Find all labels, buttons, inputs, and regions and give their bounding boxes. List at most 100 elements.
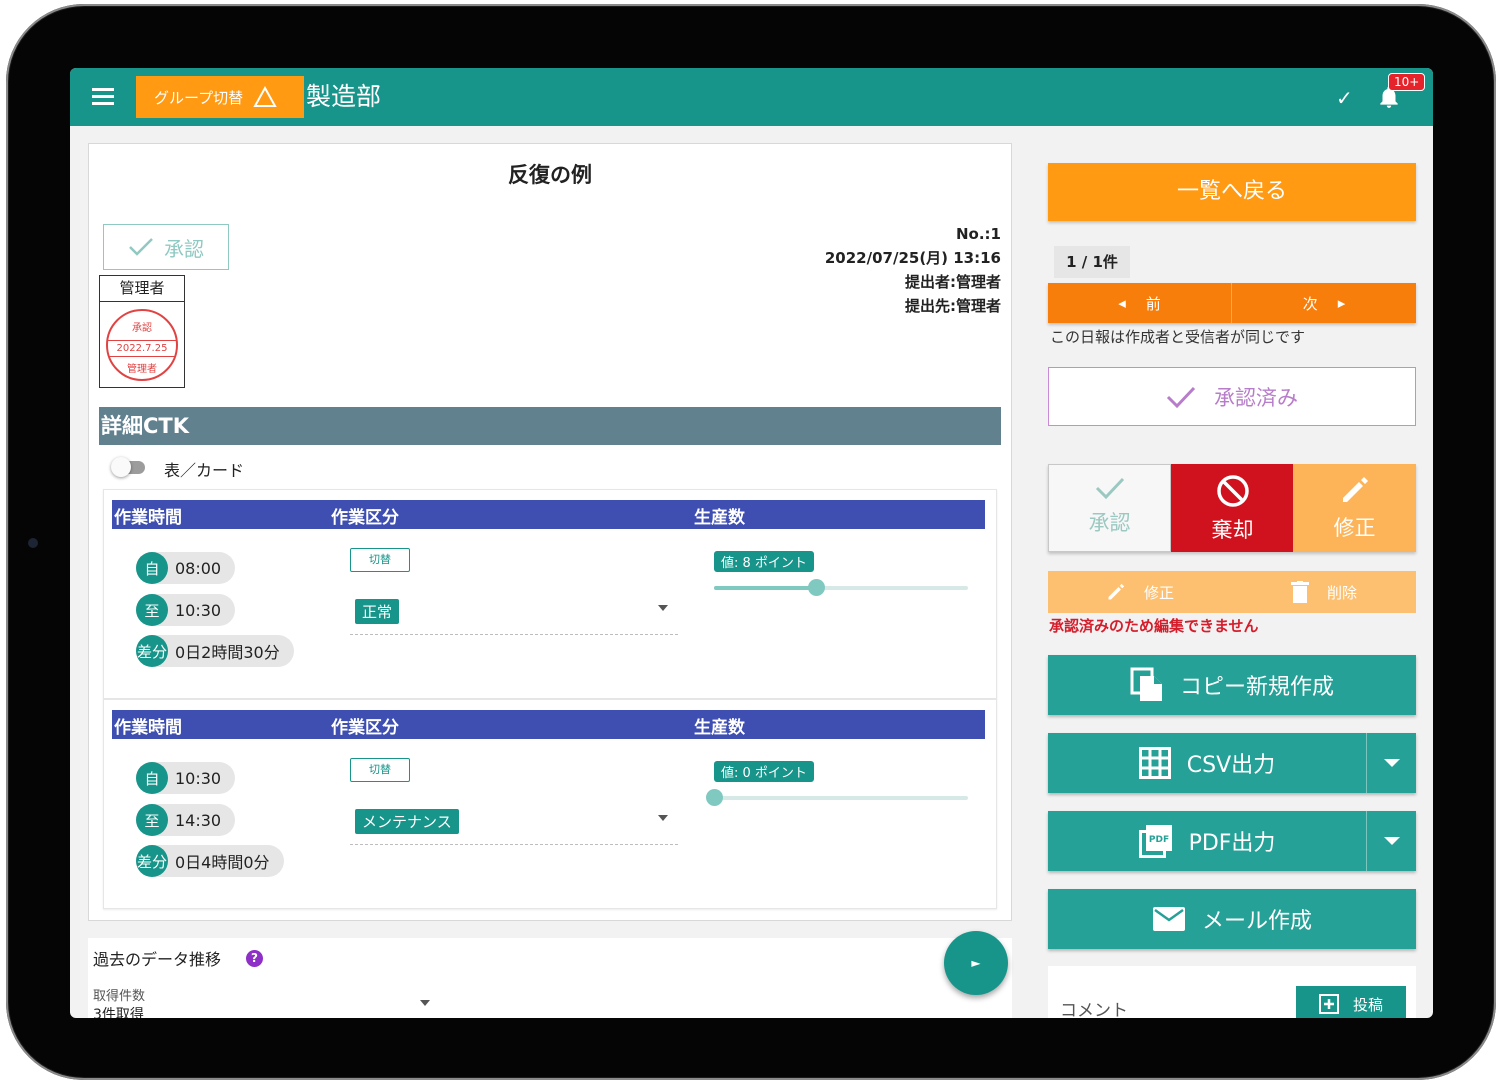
back-to-list-button[interactable]: 一覧へ戻る <box>1048 163 1416 221</box>
time-from: 10:30 <box>175 768 222 788</box>
check-icon <box>129 238 153 256</box>
grid-icon <box>1138 747 1171 779</box>
delete-label: 削除 <box>1326 583 1357 602</box>
reject-label: 棄却 <box>1211 518 1254 542</box>
page-count: 1 / 1件 <box>1054 246 1130 278</box>
past-data-title: 過去のデータ推移 <box>93 950 222 969</box>
check-icon <box>1095 477 1124 500</box>
edit-label: 修正 <box>1333 516 1376 540</box>
comment-panel: コメント 投稿 <box>1048 966 1416 1018</box>
col-work-time: 作業時間 <box>114 508 182 528</box>
group-switch-button[interactable]: グループ切替 <box>136 76 304 118</box>
col-production-count: 生産数 <box>694 508 745 528</box>
app-screen: グループ切替 製造部 ✓ 10+ 反復の例 承認 管理者 承認 2022.7.2… <box>70 68 1433 1018</box>
csv-export-label: CSV出力 <box>1186 753 1276 778</box>
caret-left-icon: ◂ <box>1118 294 1126 312</box>
time-diff-chip: 差分 0日2時間30分 <box>136 635 294 667</box>
dropdown-arrow-icon <box>658 815 668 821</box>
time-diff: 0日2時間30分 <box>175 643 280 662</box>
hamburger-menu-icon[interactable] <box>92 88 114 106</box>
fetch-count-select[interactable]: 3件取得 <box>93 1004 144 1018</box>
post-comment-button[interactable]: 投稿 <box>1296 986 1406 1018</box>
production-slider[interactable] <box>714 579 968 596</box>
approval-seal: 承認 2022.7.25 管理者 <box>106 309 178 381</box>
time-to-chip: 至 10:30 <box>136 594 236 626</box>
group-switch-label: グループ切替 <box>154 88 244 107</box>
front-camera <box>28 538 38 548</box>
past-data-panel: 過去のデータ推移 ? 取得件数 3件取得 <box>88 938 1012 1018</box>
category-switch-button[interactable]: 切替 <box>350 758 410 782</box>
block-icon <box>1216 475 1249 507</box>
col-work-category: 作業区分 <box>331 508 399 528</box>
next-label: 次 <box>1302 294 1318 313</box>
col-work-category: 作業区分 <box>331 718 399 738</box>
slider-thumb[interactable] <box>807 579 825 596</box>
pencil-icon <box>1108 583 1125 600</box>
csv-export-button[interactable]: CSV出力 <box>1048 733 1416 793</box>
compose-mail-label: メール作成 <box>1201 909 1312 934</box>
delete-button[interactable]: 削除 <box>1232 571 1416 613</box>
copy-new-button[interactable]: コピー新規作成 <box>1048 655 1416 715</box>
copy-new-label: コピー新規作成 <box>1179 675 1334 700</box>
approve-button[interactable]: 承認 <box>1048 464 1171 552</box>
slider-thumb[interactable] <box>706 789 723 806</box>
small-edit-button[interactable]: 修正 <box>1048 571 1232 613</box>
post-label: 投稿 <box>1352 995 1383 1014</box>
approval-stamp-box: 管理者 承認 2022.7.25 管理者 <box>99 275 185 388</box>
category-switch-button[interactable]: 切替 <box>350 548 410 572</box>
mail-icon <box>1152 907 1185 931</box>
pdf-export-button[interactable]: PDF PDF出力 <box>1048 811 1416 871</box>
check-icon <box>1166 386 1196 408</box>
dropdown-arrow-icon <box>658 605 668 611</box>
seal-date: 2022.7.25 <box>108 340 176 357</box>
report-submitter: 提出者:管理者 <box>905 273 1001 291</box>
approved-button[interactable]: 承認済み <box>1048 367 1416 426</box>
check-icon[interactable]: ✓ <box>1336 86 1353 110</box>
reject-button[interactable]: 棄却 <box>1171 464 1294 552</box>
detail-entry: 作業時間 作業区分 生産数 自 10:30 至 14:30 差分 0日4時間0分 切替… <box>103 699 997 909</box>
pencil-icon <box>1342 477 1368 502</box>
time-diff-chip: 差分 0日4時間0分 <box>136 845 284 877</box>
copy-icon <box>1130 667 1162 701</box>
help-icon[interactable]: ? <box>246 950 263 967</box>
prev-button[interactable]: ◂ 前 <box>1048 283 1232 323</box>
time-from-chip: 自 08:00 <box>136 552 236 584</box>
dropdown-arrow-icon[interactable] <box>420 1000 430 1006</box>
report-recipient: 提出先:管理者 <box>905 297 1001 315</box>
category-value: 正常 <box>355 599 400 624</box>
notification-badge: 10+ <box>1388 73 1426 91</box>
pdf-options-dropdown[interactable] <box>1366 811 1416 871</box>
pdf-export-label: PDF出力 <box>1188 831 1276 856</box>
col-production-count: 生産数 <box>694 718 745 738</box>
dropdown-arrow-icon <box>1383 759 1400 767</box>
department-title: 製造部 <box>306 82 382 111</box>
category-select[interactable]: メンテナンス <box>350 803 678 845</box>
edit-button[interactable]: 修正 <box>1293 464 1416 552</box>
warning-triangle-icon <box>253 86 277 107</box>
fetch-count-label: 取得件数 <box>93 989 146 1004</box>
time-from: 08:00 <box>175 558 222 578</box>
small-edit-label: 修正 <box>1143 583 1174 602</box>
csv-options-dropdown[interactable] <box>1366 733 1416 793</box>
action-button-group: 承認 棄却 修正 <box>1048 464 1416 552</box>
compose-mail-button[interactable]: メール作成 <box>1048 889 1416 949</box>
report-datetime: 2022/07/25(月) 13:16 <box>824 249 1001 267</box>
production-value-badge: 値: 0 ポイント <box>714 761 814 782</box>
detail-entry: 作業時間 作業区分 生産数 自 08:00 至 10:30 差分 0日2時間30分 切… <box>103 489 997 699</box>
approve-label: 承認 <box>1088 511 1131 535</box>
category-select[interactable]: 正常 <box>350 593 678 635</box>
add-box-icon <box>1318 994 1339 1014</box>
production-slider[interactable] <box>706 789 968 806</box>
stamp-role: 管理者 <box>100 276 184 302</box>
category-value: メンテナンス <box>355 809 459 834</box>
same-author-note: この日報は作成者と受信者が同じです <box>1050 328 1306 346</box>
approve-stamp-label: 承認 <box>164 236 204 261</box>
report-meta: No.:1 2022/07/25(月) 13:16 提出者:管理者 提出先:管理… <box>825 222 1001 318</box>
report-number: No.:1 <box>956 225 1001 243</box>
approve-stamp-button[interactable]: 承認 <box>103 224 229 270</box>
view-toggle-switch[interactable] <box>111 457 149 477</box>
edit-delete-bar: 修正 削除 <box>1048 571 1416 613</box>
play-fab-button[interactable]: ► <box>944 931 1008 995</box>
next-button[interactable]: 次 ▸ <box>1232 283 1416 323</box>
col-work-time: 作業時間 <box>114 718 182 738</box>
